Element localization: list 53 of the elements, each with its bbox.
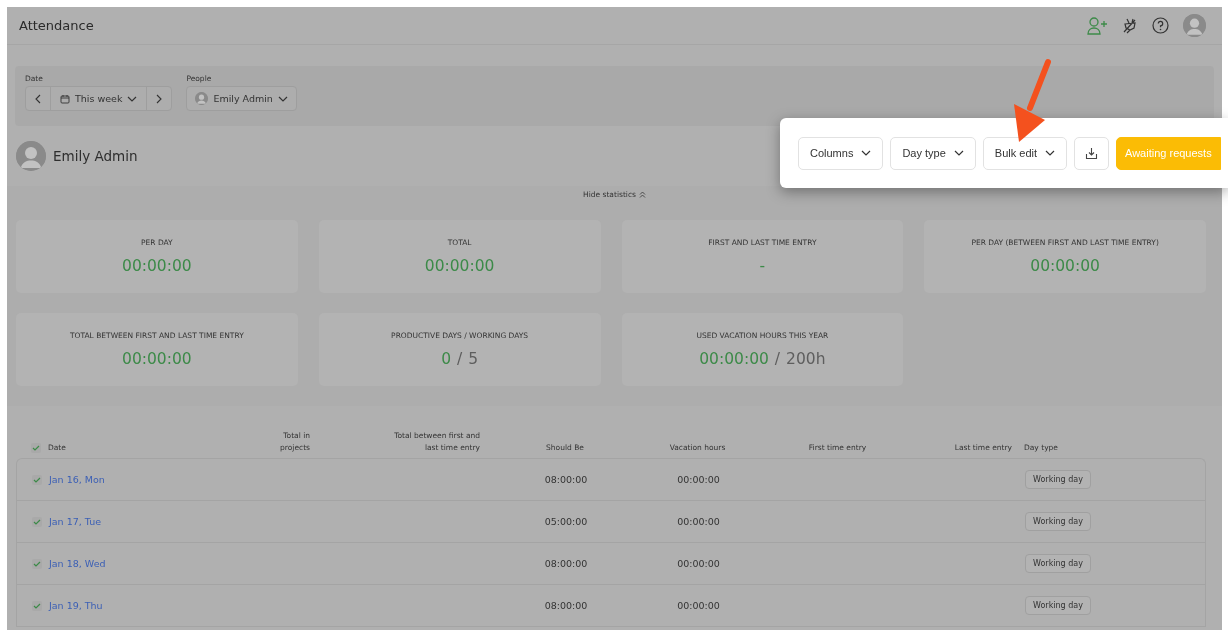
download-button[interactable] <box>1074 136 1110 170</box>
chevron-down-icon <box>127 95 138 102</box>
user-avatar <box>1183 14 1206 37</box>
stat-value: 00:00:00 <box>424 257 495 275</box>
chevron-down-icon <box>953 150 964 156</box>
stat-value: - <box>759 257 766 275</box>
dropdown-button[interactable]: Columns <box>798 136 884 170</box>
download-icon <box>1085 146 1099 160</box>
dropdown-button[interactable]: Bulk edit <box>982 136 1068 170</box>
help-icon[interactable] <box>1152 17 1169 34</box>
plug-icon[interactable] <box>1122 17 1138 34</box>
day-type-tag: Working day <box>1025 470 1091 489</box>
add-user-icon[interactable] <box>1087 16 1108 35</box>
table-cell: 00:00:00 <box>677 516 720 527</box>
table-cell: 08:00:00 <box>544 474 588 485</box>
calendar-icon <box>60 93 70 104</box>
people-dropdown[interactable]: Emily Admin <box>186 86 297 111</box>
separator: / <box>457 350 463 368</box>
chevron-left-icon <box>35 93 41 104</box>
checkbox[interactable] <box>32 558 42 569</box>
stat-value: 00:00:00 <box>122 350 192 368</box>
table-cell: 00:00:00 <box>677 600 720 611</box>
avatar-icon <box>195 92 209 105</box>
stat-value: 00:00:00 <box>1030 257 1100 275</box>
page-title: Attendance <box>19 18 94 33</box>
table-cell: 05:00:00 <box>544 516 588 527</box>
user-avatar <box>16 141 46 171</box>
checkbox[interactable] <box>32 600 42 611</box>
chevron-down-icon <box>1045 150 1056 156</box>
stat-value: 0 <box>441 350 451 368</box>
user-name: Emily Admin <box>53 148 138 164</box>
table-cell: 00:00:00 <box>677 558 720 569</box>
chevron-down-icon <box>861 150 872 156</box>
stat-total: 200h <box>786 350 826 368</box>
stat-total: 5 <box>468 350 479 368</box>
day-type-tag: Working day <box>1025 596 1091 615</box>
separator: / <box>774 350 781 368</box>
day-type-tag: Working day <box>1025 512 1091 531</box>
chevron-right-icon <box>156 93 163 104</box>
checkbox[interactable] <box>32 516 42 527</box>
checkbox[interactable] <box>31 443 41 453</box>
table-cell: 00:00:00 <box>677 474 720 485</box>
dropdown-button[interactable]: Day type <box>890 136 976 170</box>
double-chevron-up-icon <box>638 191 646 198</box>
checkbox[interactable] <box>32 474 42 485</box>
table-cell: 08:00:00 <box>544 600 588 611</box>
date-range-picker[interactable]: This week <box>25 86 173 111</box>
chevron-down-icon <box>277 95 288 102</box>
table-cell: 08:00:00 <box>544 558 588 569</box>
range-dropdown[interactable]: This week <box>51 87 148 110</box>
stat-value: 00:00:00 <box>699 350 769 368</box>
day-type-tag: Working day <box>1025 554 1091 573</box>
stat-value: 00:00:00 <box>122 257 192 275</box>
